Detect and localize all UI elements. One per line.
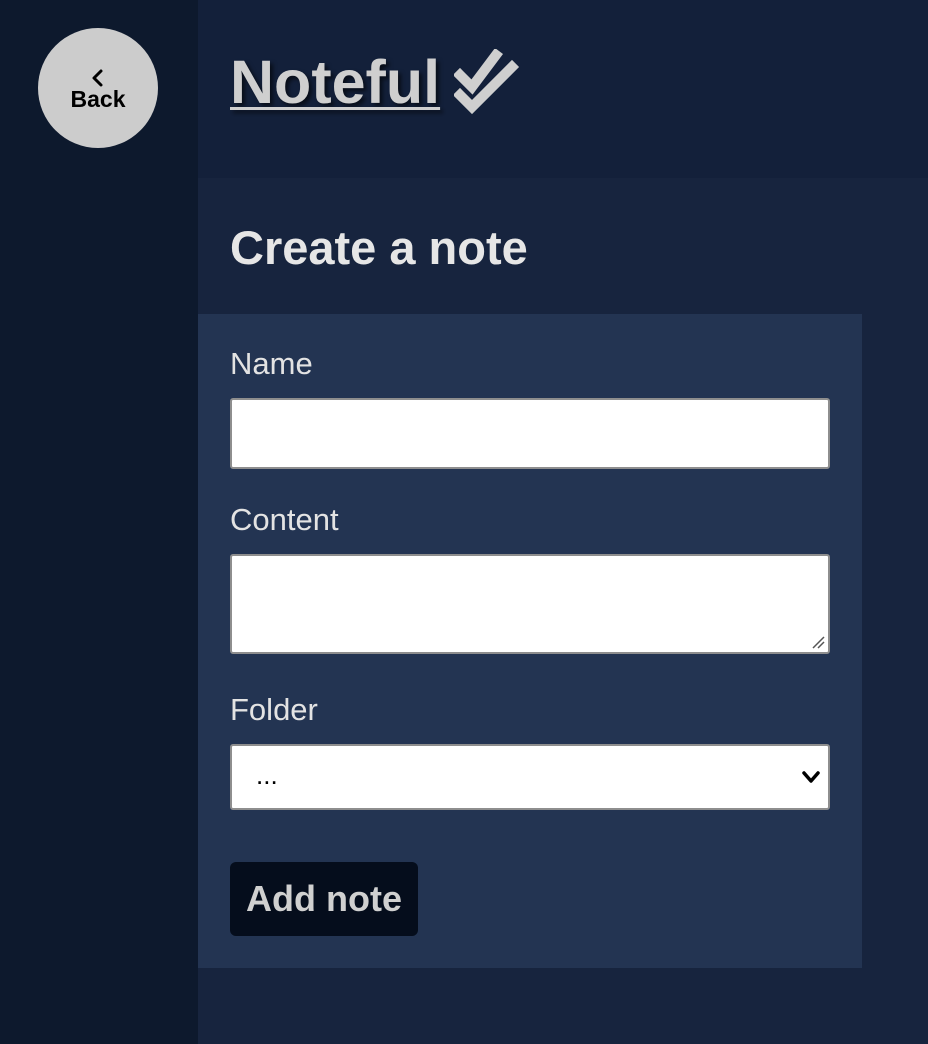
folder-label: Folder: [230, 692, 318, 727]
folder-select-value: ...: [256, 760, 278, 790]
content-label: Content: [230, 502, 339, 537]
app-header: Noteful: [198, 0, 928, 178]
add-note-button[interactable]: Add note: [230, 862, 418, 936]
app-title: Noteful: [230, 42, 520, 122]
chevron-left-icon: [92, 69, 103, 86]
app-title-link[interactable]: Noteful: [230, 42, 440, 122]
content-textarea[interactable]: [230, 554, 830, 654]
name-label: Name: [230, 346, 313, 381]
back-button[interactable]: Back: [38, 28, 158, 148]
chevron-down-icon: [802, 771, 820, 783]
main-content: Create a note Name Content Folder ... Ad…: [198, 178, 928, 1044]
page-title: Create a note: [230, 221, 528, 274]
name-input[interactable]: [230, 398, 830, 469]
folder-select[interactable]: ...: [230, 744, 830, 810]
sidebar: Back: [0, 0, 198, 1044]
create-note-form: Name Content Folder ... Add note: [198, 314, 862, 968]
back-button-label: Back: [70, 85, 126, 112]
double-check-icon: [454, 49, 520, 115]
resize-grip-icon[interactable]: [811, 635, 825, 649]
